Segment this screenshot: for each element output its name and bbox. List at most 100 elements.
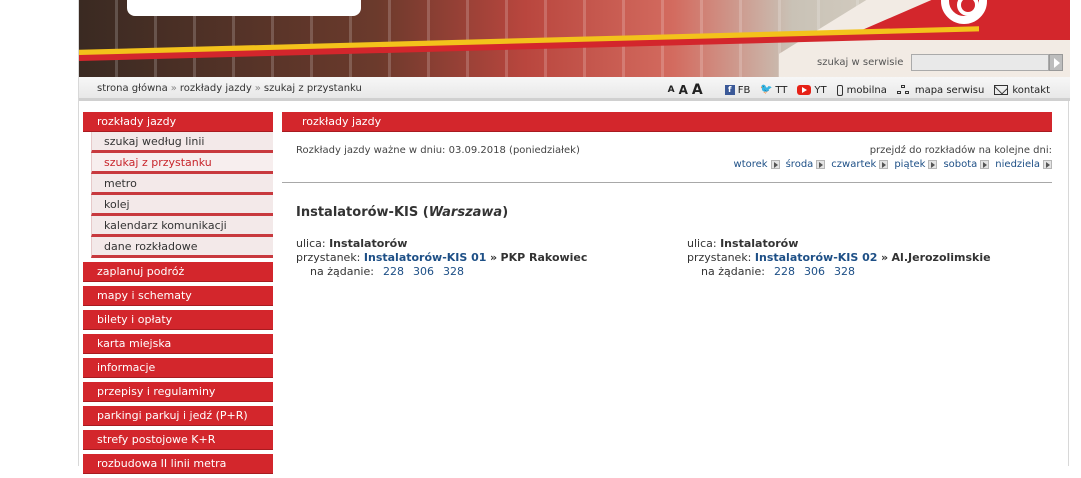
- line-link[interactable]: 228: [383, 265, 404, 278]
- sidebar-subitem-data[interactable]: dane rozkładowe: [91, 237, 273, 258]
- direction-separator: »: [489, 251, 498, 264]
- next-days-label: przejdź do rozkładów na kolejne dni:: [869, 145, 1052, 156]
- sidebar-section-timetables[interactable]: rozkłady jazdy: [83, 112, 273, 132]
- facebook-link[interactable]: f FB: [724, 84, 751, 96]
- twitter-link[interactable]: 🐦 TT: [760, 85, 787, 96]
- youtube-link[interactable]: YT: [797, 84, 827, 96]
- day-link-friday[interactable]: piątek: [894, 159, 938, 170]
- sidebar: rozkłady jazdy szukaj według linii szuka…: [83, 112, 273, 478]
- sidebar-item-tickets[interactable]: bilety i opłaty: [83, 310, 273, 330]
- sidebar-item-park-ride[interactable]: parkingi parkuj i jedź (P+R): [83, 406, 273, 426]
- sitemap-link[interactable]: mapa serwisu: [896, 84, 985, 96]
- divider: [282, 182, 1052, 183]
- sidebar-subitem-by-line[interactable]: szukaj według linii: [91, 132, 273, 153]
- search-submit-button[interactable]: [1049, 54, 1063, 71]
- banner-logo-area[interactable]: [127, 0, 361, 16]
- breadcrumb-home[interactable]: strona główna: [97, 83, 168, 94]
- arrow-right-icon: [879, 160, 889, 169]
- on-demand-label: na żądanie:: [701, 265, 765, 278]
- breadcrumb-bar: strona główna» rozkłady jazdy» szukaj z pr…: [79, 77, 1070, 101]
- twitter-label: TT: [775, 84, 788, 96]
- day-link-saturday[interactable]: sobota: [943, 159, 990, 170]
- breadcrumb: strona główna» rozkłady jazdy» szukaj z pr…: [97, 83, 362, 94]
- sidebar-subitem-rail[interactable]: kolej: [91, 195, 273, 216]
- next-days-links: wtorek środa czwartek piątek sobota nied…: [728, 159, 1052, 170]
- breadcrumb-separator: »: [170, 83, 177, 94]
- stop-direction: Al.Jerozolimskie: [891, 251, 991, 264]
- on-demand-label: na żądanie:: [310, 265, 374, 278]
- sidebar-item-city-card[interactable]: karta miejska: [83, 334, 273, 354]
- sidebar-item-maps[interactable]: mapy i schematy: [83, 286, 273, 306]
- day-link-thursday[interactable]: czwartek: [831, 159, 889, 170]
- youtube-label: YT: [814, 84, 827, 96]
- sitemap-label: mapa serwisu: [914, 84, 985, 96]
- utility-toolbar: A A A f FB 🐦 TT YT mobilna mapa serwisu ko…: [668, 82, 1050, 98]
- contact-link[interactable]: kontakt: [994, 85, 1050, 96]
- stop-name: Instalatorów-KIS: [296, 205, 419, 220]
- page: szukaj w serwisie strona główna» rozkłady…: [78, 0, 1070, 474]
- breadcrumb-separator: »: [254, 83, 261, 94]
- line-link[interactable]: 228: [774, 265, 795, 278]
- mobile-link[interactable]: mobilna: [836, 84, 887, 96]
- stop-city: Warszawa: [428, 205, 503, 220]
- sidebar-subitem-metro[interactable]: metro: [91, 174, 273, 195]
- sidebar-item-information[interactable]: informacje: [83, 358, 273, 378]
- sidebar-item-regulations[interactable]: przepisy i regulaminy: [83, 382, 273, 402]
- stop-title: Instalatorów-KIS (Warszawa): [296, 205, 509, 220]
- line-link[interactable]: 306: [413, 265, 434, 278]
- stop-link-02[interactable]: Instalatorów-KIS 02: [755, 251, 878, 264]
- day-link-tuesday[interactable]: wtorek: [734, 159, 780, 170]
- sidebar-item-plan-trip[interactable]: zaplanuj podróż: [83, 262, 273, 282]
- facebook-label: FB: [737, 84, 751, 96]
- stop-block-01: ulica: Instalatorów przystanek: Instalat…: [296, 237, 587, 279]
- sidebar-submenu: szukaj według linii szukaj z przystanku …: [83, 132, 273, 258]
- line-link[interactable]: 328: [834, 265, 855, 278]
- day-link-sunday[interactable]: niedziela: [995, 159, 1052, 170]
- envelope-icon: [994, 85, 1009, 95]
- sidebar-subitem-by-stop[interactable]: szukaj z przystanku: [91, 153, 273, 174]
- lines-row: na żądanie: 228 306 328: [296, 265, 587, 279]
- breadcrumb-timetables[interactable]: rozkłady jazdy: [180, 83, 252, 94]
- twitter-icon: 🐦: [760, 84, 773, 95]
- arrow-right-icon: [928, 160, 938, 169]
- mobile-phone-icon: [836, 84, 843, 96]
- sidebar-subitem-calendar[interactable]: kalendarz komunikacji: [91, 216, 273, 237]
- arrow-right-icon: [816, 160, 826, 169]
- stop-label: przystanek:: [687, 251, 752, 264]
- validity-date: Rozkłady jazdy ważne w dniu: 03.09.2018 …: [296, 145, 580, 156]
- search-input[interactable]: [911, 54, 1049, 71]
- mobile-label: mobilna: [846, 84, 887, 96]
- main-header: rozkłady jazdy: [282, 112, 1052, 132]
- day-label: czwartek: [831, 159, 877, 170]
- day-label: środa: [785, 159, 814, 170]
- sidebar-item-kiss-ride[interactable]: strefy postojowe K+R: [83, 430, 273, 450]
- font-size-large-button[interactable]: A: [692, 82, 703, 98]
- street-name: Instalatorów: [720, 237, 799, 250]
- direction-separator: »: [880, 251, 889, 264]
- stop-block-02: ulica: Instalatorów przystanek: Instalat…: [687, 237, 991, 279]
- sidebar-item-metro-line-2[interactable]: rozbudowa II linii metra: [83, 454, 273, 474]
- font-size-small-button[interactable]: A: [668, 85, 675, 95]
- line-link[interactable]: 306: [804, 265, 825, 278]
- arrow-right-icon: [1043, 160, 1052, 169]
- stop-direction: PKP Rakowiec: [500, 251, 588, 264]
- youtube-icon: [797, 85, 812, 95]
- search-label: szukaj w serwisie: [817, 57, 904, 68]
- arrow-right-icon: [770, 160, 780, 169]
- font-size-medium-button[interactable]: A: [679, 83, 688, 97]
- breadcrumb-current: szukaj z przystanku: [263, 83, 362, 94]
- street-name: Instalatorów: [329, 237, 408, 250]
- stop-label: przystanek:: [296, 251, 361, 264]
- street-label: ulica:: [296, 237, 326, 250]
- header-banner: szukaj w serwisie: [79, 0, 1070, 77]
- main-content: rozkłady jazdy Rozkłady jazdy ważne w dn…: [282, 112, 1052, 278]
- day-link-wednesday[interactable]: środa: [786, 159, 826, 170]
- day-label: niedziela: [995, 159, 1040, 170]
- facebook-icon: f: [724, 85, 735, 95]
- line-link[interactable]: 328: [443, 265, 464, 278]
- sitemap-icon: [896, 85, 911, 95]
- stop-link-01[interactable]: Instalatorów-KIS 01: [364, 251, 487, 264]
- lines-row: na żądanie: 228 306 328: [687, 265, 991, 279]
- street-label: ulica:: [687, 237, 717, 250]
- arrow-right-icon: [980, 160, 990, 169]
